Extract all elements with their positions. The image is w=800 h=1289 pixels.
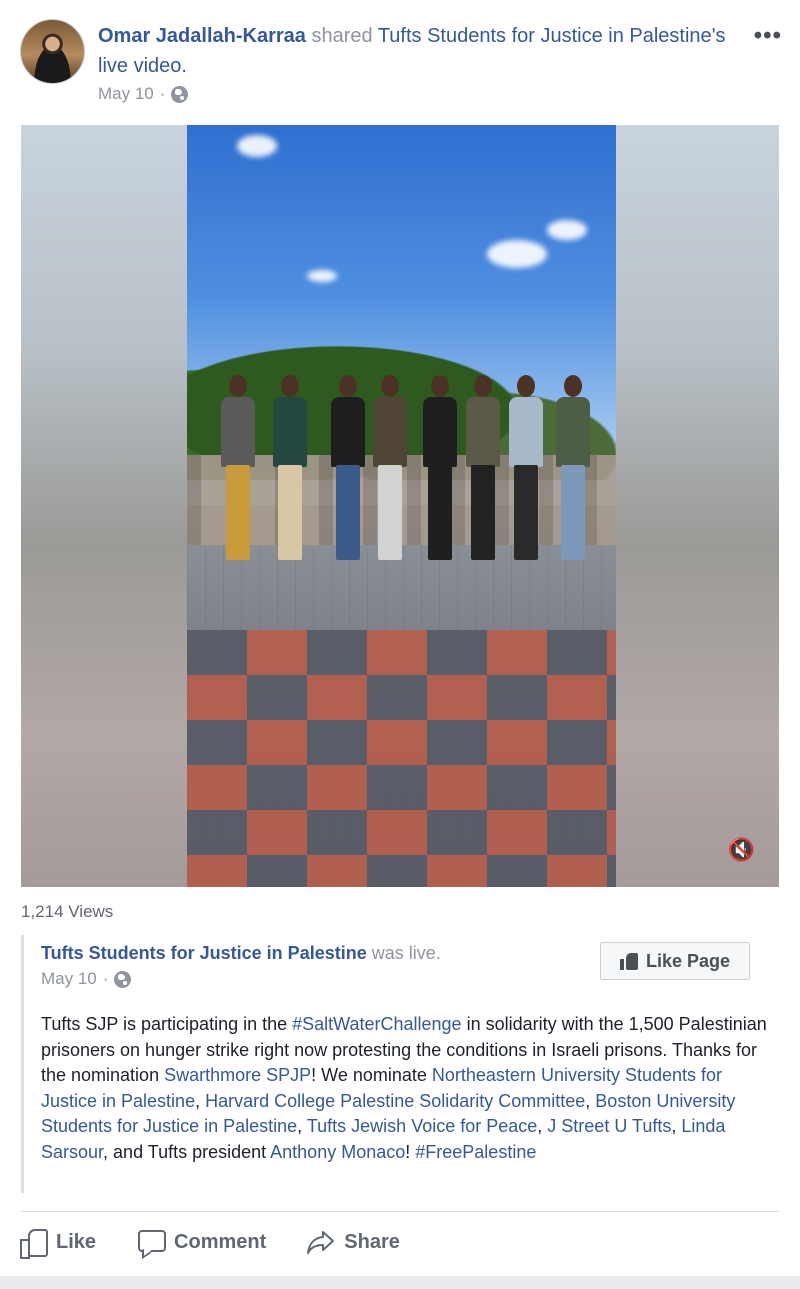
thumbs-up-icon [18, 1227, 48, 1259]
feed-background-strip [0, 1276, 800, 1289]
person [419, 375, 461, 565]
post-date-link[interactable]: May 10 [98, 84, 154, 104]
like-page-label: Like Page [645, 950, 731, 971]
mention-link[interactable]: Swarthmore SPJP [164, 1065, 311, 1085]
share-label: Share [344, 1230, 400, 1253]
video-frame [187, 125, 616, 887]
cloud [547, 220, 587, 240]
shared-post-header: Tufts Students for Justice in Palestine … [41, 943, 441, 964]
feed-post: Omar Jadallah-Karraa shared Tufts Studen… [0, 0, 800, 1289]
mention-link[interactable]: Harvard College Palestine Solidarity Com… [205, 1091, 585, 1111]
person [269, 375, 311, 565]
hashtag-link[interactable]: #SaltWaterChallenge [292, 1014, 461, 1034]
mention-link[interactable]: Tufts Jewish Voice for Peace [307, 1116, 537, 1136]
hashtag-link[interactable]: #FreePalestine [415, 1142, 536, 1162]
mention-link[interactable]: J Street U Tufts [547, 1116, 671, 1136]
shared-post-date-link[interactable]: May 10 [41, 969, 97, 989]
shared-page-link[interactable]: Tufts Students for Justice in Palestine [378, 25, 712, 47]
post-body: Tufts SJP is participating in the #SaltW… [41, 1012, 781, 1166]
shared-post-meta: May 10 · [41, 969, 132, 989]
mention-link[interactable]: Anthony Monaco [270, 1142, 405, 1162]
comment-button[interactable]: Comment [136, 1227, 266, 1257]
cloud [237, 135, 277, 157]
comment-label: Comment [174, 1230, 267, 1253]
shared-post: Tufts Students for Justice in Palestine … [21, 935, 781, 1193]
page-name-link[interactable]: Tufts Students for Justice in Palestine [41, 943, 367, 963]
shared-object-link[interactable]: live video. [98, 55, 187, 77]
like-label: Like [56, 1230, 97, 1253]
actions-divider [21, 1211, 779, 1212]
possessive: 's [711, 25, 726, 47]
body-text: , [585, 1090, 596, 1111]
video-blur-left [21, 125, 187, 887]
cloud [307, 270, 337, 282]
body-text: , [297, 1116, 307, 1137]
body-text: ! [405, 1141, 416, 1162]
body-text: ! We nominate [311, 1065, 432, 1086]
mute-icon[interactable]: 🔇 [728, 837, 755, 863]
meta-separator: · [159, 84, 166, 103]
person [505, 375, 547, 565]
person [462, 375, 504, 565]
brick-tiles [187, 630, 616, 887]
person [552, 375, 594, 565]
body-text: , and Tufts president [103, 1141, 271, 1162]
like-page-button[interactable]: Like Page [600, 942, 750, 980]
meta-separator: · [102, 969, 109, 988]
body-text: Tufts SJP is participating in the [41, 1014, 293, 1034]
author-name-link[interactable]: Omar Jadallah-Karraa [98, 25, 306, 47]
post-header: Omar Jadallah-Karraa shared Tufts Studen… [98, 21, 738, 81]
video-blur-right [616, 125, 779, 887]
view-count: 1,214 Views [21, 902, 114, 921]
share-button[interactable]: Share [306, 1227, 400, 1257]
globe-icon [171, 85, 189, 103]
post-meta: May 10 · [98, 84, 189, 104]
action-word: shared [311, 25, 373, 47]
person [327, 375, 369, 565]
person [369, 375, 411, 565]
share-arrow-icon [306, 1228, 336, 1256]
more-options-button[interactable]: ••• [754, 22, 782, 50]
body-text: , [537, 1116, 548, 1137]
like-button[interactable]: Like [18, 1227, 97, 1259]
comment-bubble-icon [136, 1228, 167, 1256]
video-player[interactable]: 🔇 [21, 125, 779, 887]
globe-icon [114, 970, 132, 988]
post-actions: Like Comment Share [18, 1227, 400, 1259]
live-status: was live. [371, 943, 441, 963]
person [217, 375, 259, 565]
body-text: , [195, 1090, 206, 1111]
cloud [487, 240, 547, 268]
author-avatar[interactable] [20, 19, 85, 84]
thumbs-up-icon [619, 952, 638, 970]
body-text: , [671, 1116, 682, 1137]
